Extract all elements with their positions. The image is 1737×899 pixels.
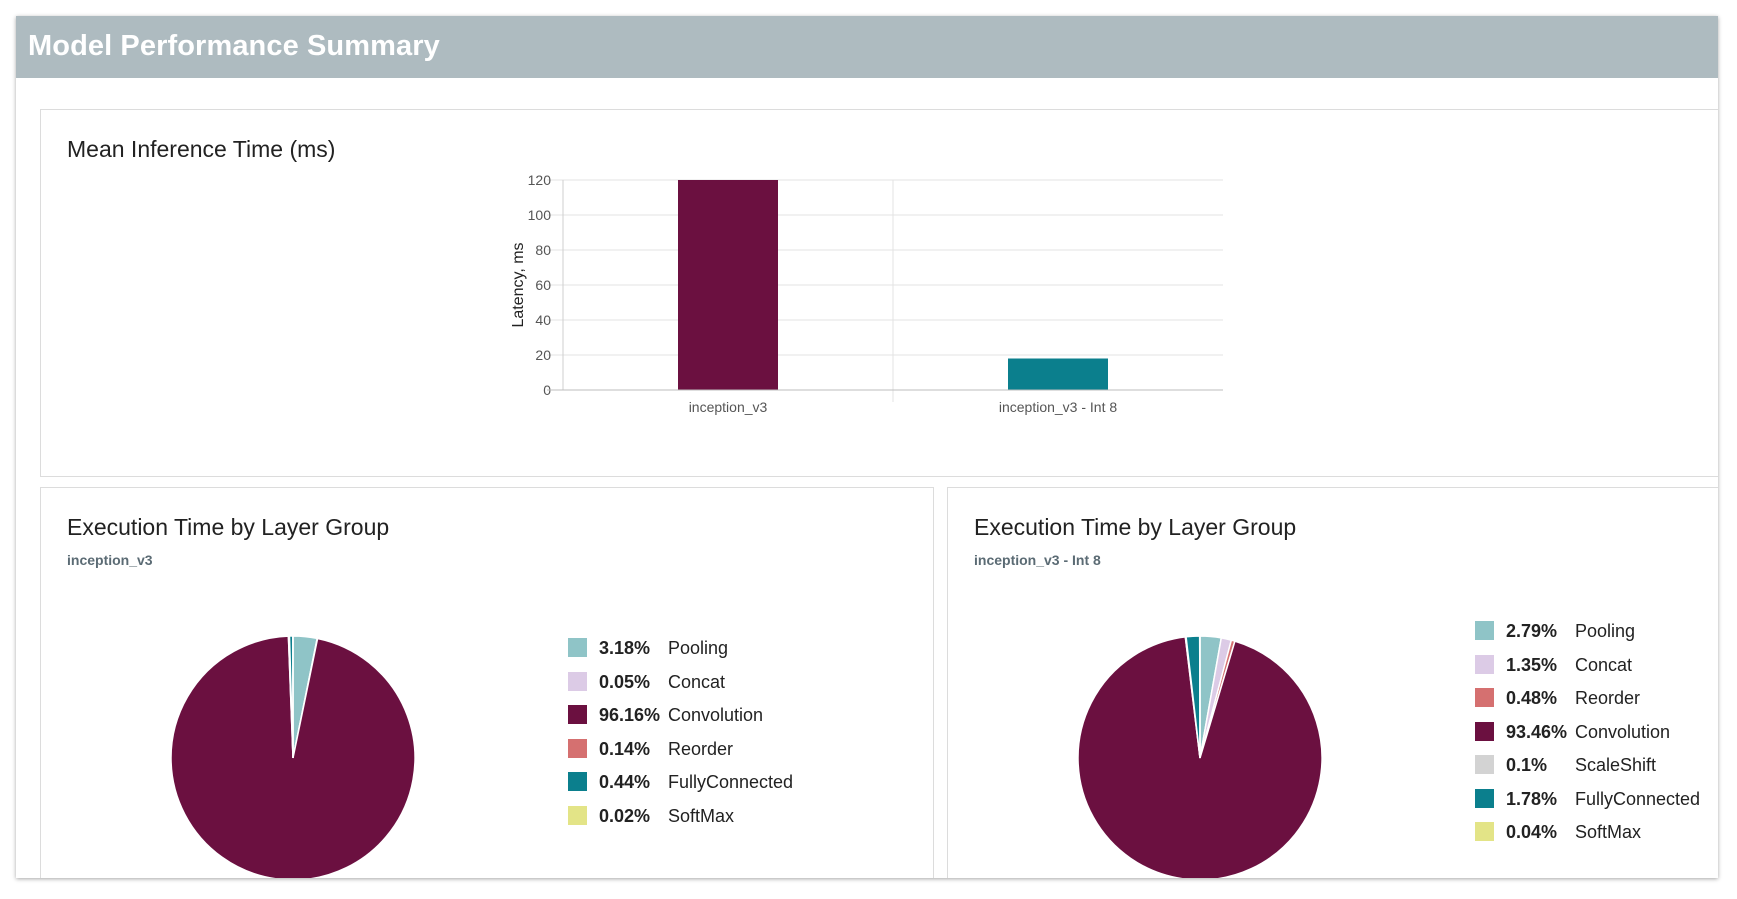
pie-left-subtitle: inception_v3 bbox=[67, 552, 153, 568]
legend-swatch bbox=[568, 705, 587, 724]
y-tick-label: 80 bbox=[535, 242, 551, 258]
legend-label: Reorder bbox=[1575, 688, 1641, 708]
pie-right-title: Execution Time by Layer Group bbox=[974, 514, 1297, 540]
legend-label: Concat bbox=[668, 671, 726, 692]
legend-swatch bbox=[568, 638, 587, 657]
legend-label: Pooling bbox=[668, 638, 729, 658]
legend-percent: 0.44% bbox=[599, 772, 651, 792]
legend-percent: 0.05% bbox=[599, 671, 651, 692]
y-axis-label: Latency, ms bbox=[510, 242, 527, 327]
legend-percent: 0.04% bbox=[1506, 822, 1558, 842]
legend-swatch bbox=[568, 805, 587, 825]
legend-swatch bbox=[1475, 755, 1494, 774]
y-tick-label: 40 bbox=[535, 312, 551, 328]
legend-label: Convolution bbox=[1575, 721, 1671, 742]
y-tick-label: 120 bbox=[528, 172, 552, 188]
legend-swatch bbox=[1475, 621, 1494, 640]
pie-right-subtitle: inception_v3 - Int 8 bbox=[974, 552, 1101, 568]
y-tick-label: 60 bbox=[535, 277, 551, 293]
x-tick-label: inception_v3 - Int 8 bbox=[999, 399, 1118, 415]
pie-chart-int8 bbox=[1077, 635, 1323, 878]
legend-label: FullyConnected bbox=[668, 772, 794, 792]
legend-percent: 0.14% bbox=[599, 738, 651, 759]
legend-percent: 0.48% bbox=[1506, 688, 1558, 708]
legend-swatch bbox=[1475, 822, 1494, 841]
y-tick-label: 100 bbox=[528, 207, 552, 223]
page-title: Model Performance Summary bbox=[28, 30, 440, 62]
legend-swatch bbox=[1475, 688, 1494, 707]
legend-percent: 96.16% bbox=[599, 705, 661, 725]
legend-swatch bbox=[568, 671, 587, 691]
layer-group-card-fp32: Execution Time by Layer Group inception_… bbox=[40, 487, 934, 878]
bar-inception-v3-int-8 bbox=[1008, 358, 1108, 390]
page-header: Model Performance Summary bbox=[16, 16, 1718, 78]
legend-label: Concat bbox=[1575, 654, 1633, 675]
legend-percent: 3.18% bbox=[599, 638, 651, 658]
legend-label: Reorder bbox=[668, 738, 734, 759]
x-tick-label: inception_v3 bbox=[689, 399, 768, 415]
legend-label: Convolution bbox=[668, 705, 764, 725]
legend-percent: 93.46% bbox=[1506, 721, 1568, 742]
legend-swatch bbox=[1475, 788, 1494, 808]
latency-bar-chart: 020406080100120inception_v3 inception_v3 … bbox=[510, 172, 1223, 415]
pie-chart-fp32 bbox=[170, 635, 416, 878]
legend-swatch bbox=[568, 772, 587, 791]
layer-group-card-int8: Execution Time by Layer Group inception_… bbox=[947, 487, 1718, 878]
bar-inception-v3 bbox=[678, 180, 778, 390]
legend-swatch bbox=[1475, 654, 1494, 674]
pie-left-title: Execution Time by Layer Group bbox=[67, 514, 390, 540]
legend-percent: 2.79% bbox=[1506, 621, 1558, 641]
legend-label: ScaleShift bbox=[1575, 755, 1657, 775]
dashboard-frame: Model Performance Summary Mean Inference… bbox=[16, 16, 1718, 878]
legend-percent: 1.35% bbox=[1506, 654, 1558, 675]
y-tick-label: 20 bbox=[535, 347, 551, 363]
legend-swatch bbox=[568, 738, 587, 758]
legend-percent: 0.02% bbox=[599, 805, 651, 826]
legend-label: SoftMax bbox=[1575, 822, 1642, 842]
legend-label: SoftMax bbox=[668, 805, 735, 826]
legend-swatch bbox=[1475, 721, 1494, 741]
legend-percent: 1.78% bbox=[1506, 788, 1558, 809]
bar-chart-title: Mean Inference Time (ms) bbox=[67, 136, 336, 162]
mean-inference-card: Mean Inference Time (ms) 0 20 40 60 80 100 120… bbox=[40, 109, 1718, 477]
legend-label: FullyConnected bbox=[1575, 788, 1701, 809]
legend-label: Pooling bbox=[1575, 621, 1636, 641]
legend-percent: 0.1% bbox=[1506, 755, 1548, 775]
